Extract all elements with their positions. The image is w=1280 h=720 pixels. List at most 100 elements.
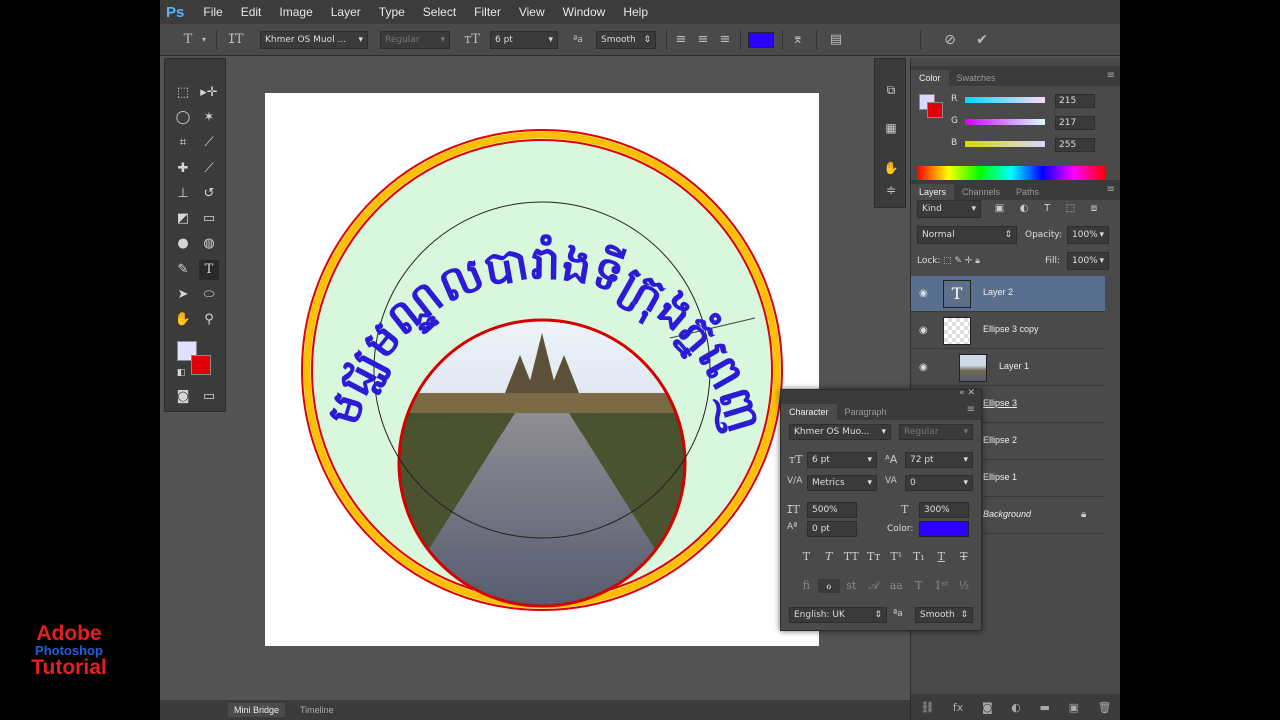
tab-layers[interactable]: Layers <box>911 184 955 200</box>
tab-timeline[interactable]: Timeline <box>294 703 340 717</box>
char-color-swatch[interactable] <box>919 521 969 537</box>
visibility-eye-icon[interactable]: ◉ <box>919 325 928 336</box>
layer-row-ellipse-3-copy[interactable]: ◉ Ellipse 3 copy <box>911 313 1105 349</box>
type-filter-icon[interactable]: T <box>1044 200 1050 218</box>
blur-icon[interactable]: ● <box>173 234 193 254</box>
default-colors-icon[interactable]: ◧ <box>171 363 191 383</box>
opacity-input[interactable]: 100% ▾ <box>1067 226 1109 244</box>
new-layer-icon[interactable]: ▣ <box>1069 701 1079 714</box>
pen-icon[interactable]: ✎ <box>173 260 193 280</box>
faux-italic-icon[interactable]: T <box>818 550 841 563</box>
menu-edit[interactable]: Edit <box>232 5 271 19</box>
ligatures-icon[interactable]: ﬁ <box>795 579 818 593</box>
red-value[interactable]: 215 <box>1055 94 1095 108</box>
blend-mode-select[interactable]: Normal ⇕ <box>917 226 1017 244</box>
warp-text-icon[interactable]: ⌆ <box>788 31 808 49</box>
marquee-icon[interactable]: ⬚ <box>173 83 193 103</box>
dodge-icon[interactable]: ◍ <box>199 234 219 254</box>
tab-character[interactable]: Character <box>781 404 837 420</box>
properties-icon[interactable]: ▦ <box>881 121 901 139</box>
tab-channels[interactable]: Channels <box>954 184 1008 200</box>
menu-select[interactable]: Select <box>414 5 465 19</box>
contextual-alternates-icon[interactable]: ℴ <box>817 579 840 593</box>
eraser-icon[interactable]: ◩ <box>173 209 193 229</box>
char-kerning-select[interactable]: Metrics ▾ <box>807 475 877 491</box>
tool-presets-icon[interactable]: ✋ <box>881 161 901 179</box>
adjustment-layer-icon[interactable]: ◐ <box>1011 701 1021 714</box>
ordinals-icon[interactable]: 1ˢᵗ <box>930 579 953 593</box>
gradient-icon[interactable]: ▭ <box>199 209 219 229</box>
strikethrough-icon[interactable]: T <box>953 550 976 563</box>
visibility-eye-icon[interactable]: ◉ <box>919 362 928 373</box>
stylistic-alternates-icon[interactable]: aa <box>885 579 908 593</box>
tab-paths[interactable]: Paths <box>1008 184 1047 200</box>
panel-menu-icon[interactable]: ≡ <box>1107 184 1115 195</box>
type-tool-preset-icon[interactable]: T <box>178 31 198 49</box>
collapse-close-icon[interactable]: « ✕ <box>959 388 975 398</box>
panel-menu-icon[interactable]: ≡ <box>967 404 975 415</box>
blue-slider[interactable] <box>965 141 1045 147</box>
fill-input[interactable]: 100% ▾ <box>1067 252 1109 270</box>
magic-wand-icon[interactable]: ✶ <box>199 108 219 128</box>
char-font-family-select[interactable]: Khmer OS Muo... ▾ <box>789 424 891 440</box>
adjustments-icon[interactable]: ≑ <box>881 183 901 201</box>
font-family-select[interactable]: Khmer OS Muol ... ▾ <box>260 31 368 49</box>
menu-type[interactable]: Type <box>370 5 414 19</box>
adjustment-filter-icon[interactable]: ◐ <box>1020 200 1029 218</box>
green-slider[interactable] <box>965 119 1045 125</box>
menu-layer[interactable]: Layer <box>322 5 370 19</box>
type-tool-icon[interactable]: T <box>199 260 219 280</box>
zoom-icon[interactable]: ⚲ <box>199 310 219 330</box>
pixel-filter-icon[interactable]: ▣ <box>995 200 1004 218</box>
antialias-select[interactable]: Smooth ⇕ <box>596 31 656 49</box>
clone-stamp-icon[interactable]: ⊥ <box>173 184 193 204</box>
add-mask-icon[interactable]: ◙ <box>982 701 993 714</box>
green-value[interactable]: 217 <box>1055 116 1095 130</box>
delete-layer-icon[interactable]: 🗑︎ <box>1098 701 1112 714</box>
red-slider[interactable] <box>965 97 1045 103</box>
faux-bold-icon[interactable]: T <box>795 550 818 563</box>
brush-icon[interactable]: ⟋ <box>199 159 219 179</box>
char-leading-input[interactable]: 72 pt ▾ <box>905 452 973 468</box>
toggle-panels-icon[interactable]: ▤ <box>826 31 846 49</box>
background-color[interactable] <box>191 355 211 375</box>
history-brush-icon[interactable]: ↺ <box>199 184 219 204</box>
visibility-eye-icon[interactable]: ◉ <box>919 288 928 299</box>
tab-color[interactable]: Color <box>911 70 949 86</box>
smart-object-filter-icon[interactable]: ⧈ <box>1091 200 1097 218</box>
menu-filter[interactable]: Filter <box>465 5 510 19</box>
layer-row-layer-2[interactable]: ◉ T Layer 2 <box>911 276 1105 312</box>
char-language-select[interactable]: English: UK ⇕ <box>789 607 887 623</box>
char-vscale-input[interactable]: 500% <box>807 502 857 518</box>
path-selection-icon[interactable]: ➤ <box>173 285 193 305</box>
char-antialias-select[interactable]: Smooth ⇕ <box>915 607 973 623</box>
document-canvas[interactable]: មជ្ឈមណ្ឌលបារាំងទីក្រុងភ្នំពេញ <box>265 93 819 646</box>
underline-icon[interactable]: T <box>930 550 953 563</box>
menu-image[interactable]: Image <box>270 5 321 19</box>
menu-window[interactable]: Window <box>554 5 615 19</box>
char-tracking-input[interactable]: 0 ▾ <box>905 475 973 491</box>
small-caps-icon[interactable]: Tт <box>863 550 886 563</box>
discretionary-ligatures-icon[interactable]: st <box>840 579 863 593</box>
menu-view[interactable]: View <box>510 5 554 19</box>
hand-icon[interactable]: ✋ <box>173 310 193 330</box>
swash-icon[interactable]: 𝒜 <box>863 579 886 593</box>
color-spectrum[interactable] <box>917 166 1105 180</box>
lock-icons[interactable]: ⬚ ✎ ✛ 🔒︎ <box>943 252 980 270</box>
subscript-icon[interactable]: T₁ <box>908 550 931 563</box>
shape-filter-icon[interactable]: ⬚ <box>1066 200 1075 218</box>
char-size-input[interactable]: 6 pt ▾ <box>807 452 877 468</box>
font-size-select[interactable]: 6 pt ▾ <box>490 31 558 49</box>
blue-value[interactable]: 255 <box>1055 138 1095 152</box>
char-hscale-input[interactable]: 300% <box>919 502 969 518</box>
tab-mini-bridge[interactable]: Mini Bridge <box>228 703 286 717</box>
text-orientation-icon[interactable]: ⵊT <box>226 31 246 49</box>
color-panel-background[interactable] <box>927 102 943 118</box>
text-color-swatch[interactable] <box>748 32 774 48</box>
align-left-icon[interactable]: ≡ <box>672 31 690 49</box>
screen-mode-icon[interactable]: ▭ <box>199 387 219 407</box>
healing-brush-icon[interactable]: ✚ <box>173 159 193 179</box>
character-panel-titlebar[interactable]: « ✕ <box>781 388 981 400</box>
move-icon[interactable]: ▸✛ <box>199 83 219 103</box>
all-caps-icon[interactable]: TT <box>840 550 863 563</box>
